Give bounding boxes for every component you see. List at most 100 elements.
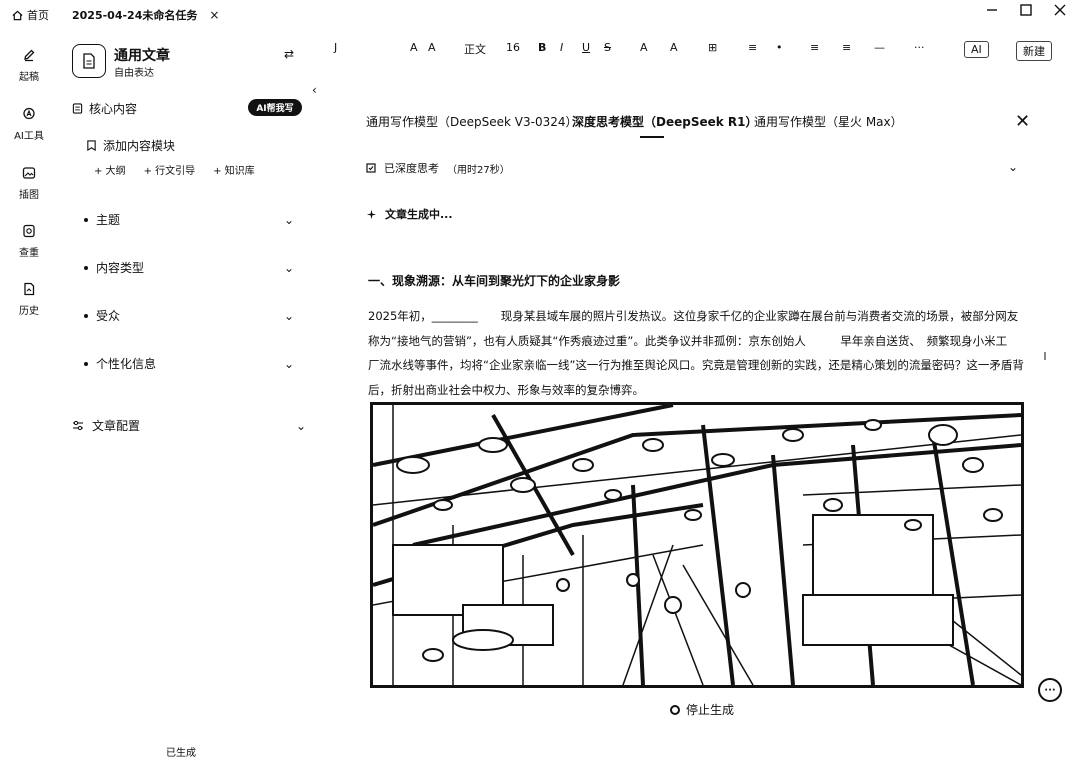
article-config-label: 文章配置 <box>92 419 141 433</box>
toolbar-item[interactable]: B <box>538 41 546 54</box>
section-label: 内容类型 <box>96 261 145 275</box>
toolbar-item[interactable]: ··· <box>914 41 925 54</box>
toolbar-item[interactable]: A <box>428 41 436 54</box>
chip-outline[interactable]: + 大纲 <box>94 162 126 177</box>
generating-label: 文章生成中... <box>385 208 453 221</box>
toolbar-item[interactable]: • <box>776 41 783 54</box>
tab-model-r1[interactable]: 深度思考模型（DeepSeek R1） <box>572 113 758 130</box>
task-tab[interactable]: 2025-04-24未命名任务 × <box>72 7 219 23</box>
bullet-icon <box>84 265 88 270</box>
core-content-header: 核心内容 <box>72 100 137 117</box>
doc-type-icon <box>72 44 106 78</box>
section-topic[interactable]: 主题 ⌄ <box>84 211 294 228</box>
rail-item-plagiarism-check[interactable]: 查重 <box>0 224 58 259</box>
toolbar-item[interactable]: U <box>582 41 590 54</box>
stop-icon <box>670 704 680 715</box>
generated-status: 已生成 <box>166 748 196 759</box>
article-config-section[interactable]: 文章配置 ⌄ <box>72 417 306 434</box>
chevron-down-icon: ⌄ <box>283 308 294 323</box>
paragraph-line: 厂流水线等事件，均将“企业家亲临一线”这一行为推至舆论风口。究竟是管理创新的实践… <box>368 358 1024 372</box>
pen-icon <box>24 49 35 62</box>
history-icon <box>24 282 35 296</box>
doc-subtitle: 自由表达 <box>114 68 154 79</box>
toolbar-item[interactable]: 16 <box>506 41 520 54</box>
image-icon <box>22 167 36 179</box>
toolbar-item[interactable]: A <box>410 41 418 54</box>
toolbar-item[interactable]: S <box>604 41 611 54</box>
section-content-type[interactable]: 内容类型 ⌄ <box>84 259 294 276</box>
thinking-time: （用时27秒） <box>447 164 510 176</box>
paragraph-line: 后，折射出商业社会中权力、形象与效率的复杂博弈。 <box>368 382 644 397</box>
toolbar-item[interactable]: ⊞ <box>708 41 717 54</box>
close-icon[interactable]: ✕ <box>1015 111 1030 132</box>
bullet-icon <box>84 217 88 222</box>
toolbar-item[interactable]: — <box>874 41 885 54</box>
add-module-label: 添加内容模块 <box>103 139 176 153</box>
home-label: 首页 <box>27 9 49 22</box>
rail-item-ai-tools[interactable]: AI工具 <box>0 107 58 142</box>
stop-generation-button[interactable]: 停止生成 <box>670 701 734 718</box>
collapse-chevron-icon[interactable]: ‹ <box>312 83 317 97</box>
scrollbar-thumb[interactable] <box>1044 352 1046 360</box>
chevron-down-icon: ⌄ <box>295 418 306 433</box>
section-label: 个性化信息 <box>96 357 157 371</box>
article-heading: 一、现象溯源：从车间到聚光灯下的企业家身影 <box>368 274 621 288</box>
paragraph-line: 2025年初，________ 现身某县域车展的照片引发热议。这位身家千亿的企业… <box>368 309 1019 323</box>
toolbar-item[interactable]: J <box>334 41 337 54</box>
toolbar-item[interactable]: A <box>640 41 648 54</box>
chip-writing-guide[interactable]: + 行文引导 <box>144 162 196 177</box>
maximize-icon[interactable] <box>1020 4 1032 16</box>
toolbar-item[interactable]: ≡ <box>842 41 851 54</box>
toolbar-item[interactable]: ≡ <box>748 41 757 54</box>
section-label: 主题 <box>96 213 121 227</box>
exhibition-hall-photo <box>373 405 1021 685</box>
chip-knowledge-base[interactable]: + 知识库 <box>213 162 255 177</box>
module-chips: + 大纲 + 行文引导 + 知识库 <box>94 162 255 177</box>
rail-label: AI工具 <box>14 131 44 142</box>
bullet-icon <box>84 361 88 366</box>
home-tab[interactable]: 首页 <box>12 7 49 23</box>
article-paragraph: 2025年初，________ 现身某县域车展的照片引发热议。这位身家千亿的企业… <box>368 304 1024 402</box>
rail-label: 起稿 <box>19 72 39 83</box>
chevron-down-icon: ⌄ <box>283 212 294 227</box>
ai-tool-icon <box>23 107 35 120</box>
add-module-button[interactable]: 添加内容模块 <box>86 137 175 154</box>
toolbar-item[interactable]: A <box>670 41 678 54</box>
toolbar-item[interactable]: ≡ <box>810 41 819 54</box>
chevron-down-icon: ⌄ <box>283 356 294 371</box>
section-label: 受众 <box>96 309 121 323</box>
minimize-icon[interactable] <box>986 4 998 16</box>
rail-item-illustration[interactable]: 插图 <box>0 166 58 201</box>
module-icon <box>87 140 96 151</box>
deep-thinking-row[interactable]: 已深度思考 （用时27秒） <box>366 160 510 176</box>
rail-item-history[interactable]: 历史 <box>0 282 58 317</box>
rail-label: 历史 <box>19 306 39 317</box>
editor-toolbar: J A A 正文 16 B I U S A A ⊞ ≡ • ≡ ≡ — ··· … <box>330 38 1060 61</box>
tab-model-spark[interactable]: 通用写作模型（星火 Max） <box>754 113 903 130</box>
tab-model-v3[interactable]: 通用写作模型（DeepSeek V3-0324） <box>366 113 577 130</box>
section-audience[interactable]: 受众 ⌄ <box>84 307 294 324</box>
home-icon <box>12 10 23 20</box>
rail-item-draft[interactable]: 起稿 <box>0 48 58 83</box>
chevron-down-icon[interactable]: ⌄ <box>1008 160 1018 174</box>
switch-icon[interactable]: ⇄ <box>284 47 294 61</box>
toolbar-new-button[interactable]: 新建 <box>1016 41 1052 61</box>
toolbar-ai-button[interactable]: AI <box>964 41 989 58</box>
close-window-icon[interactable] <box>1054 4 1066 16</box>
task-tab-label: 2025-04-24未命名任务 <box>72 9 198 22</box>
chat-bubble-icon[interactable]: ··· <box>1038 678 1062 702</box>
section-personal-info[interactable]: 个性化信息 ⌄ <box>84 355 294 372</box>
close-tab-icon[interactable]: × <box>209 8 219 22</box>
toolbar-item[interactable]: 正文 <box>464 41 486 57</box>
ai-write-button[interactable]: AI帮我写 <box>248 99 302 116</box>
doc-title: 通用文章 <box>114 48 170 64</box>
paragraph-line: 称为“接地气的营销”，也有人质疑其“作秀痕迹过重”。此类争议并非孤例：京东创始人… <box>368 333 1008 348</box>
title-bar: 首页 2025-04-24未命名任务 × <box>0 0 1080 30</box>
document-icon <box>72 103 83 114</box>
active-tab-indicator <box>640 136 664 138</box>
toolbar-item[interactable]: I <box>560 41 563 54</box>
sparkle-icon <box>366 209 377 219</box>
thinking-icon <box>366 163 376 173</box>
stop-label: 停止生成 <box>686 703 735 717</box>
generating-status: 文章生成中... <box>366 206 453 222</box>
